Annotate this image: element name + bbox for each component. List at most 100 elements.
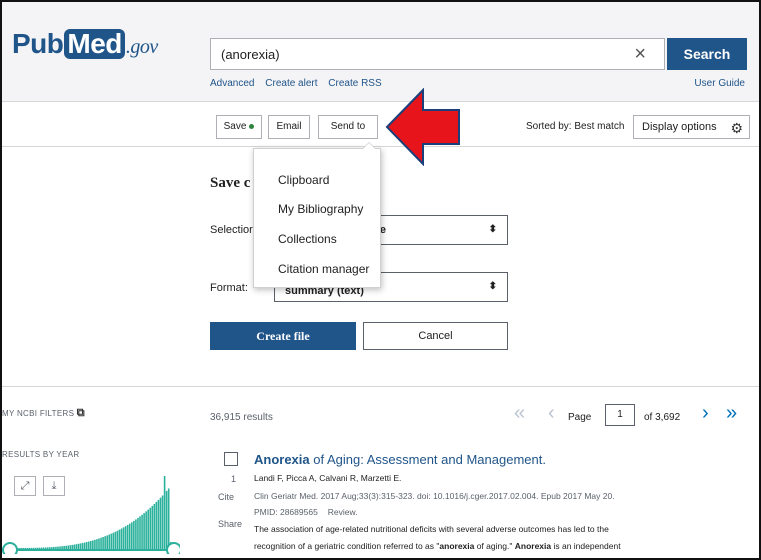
search-button[interactable]: Search xyxy=(667,38,747,70)
histogram-bar xyxy=(112,532,115,550)
histogram-bar xyxy=(155,501,158,550)
first-page-icon[interactable]: « xyxy=(514,402,525,425)
my-ncbi-filters-text: MY NCBI FILTERS xyxy=(2,409,75,418)
histogram-bar xyxy=(126,524,129,550)
histogram-bar xyxy=(102,537,104,550)
article-title-link[interactable]: Anorexia of Aging: Assessment and Manage… xyxy=(254,452,546,467)
send-to-button[interactable]: Send to xyxy=(318,115,378,139)
histogram-bar xyxy=(94,539,96,550)
histogram-bar xyxy=(128,523,131,550)
histogram-bar xyxy=(167,488,170,550)
menu-item-my-bibliography[interactable]: My Bibliography xyxy=(278,202,363,216)
next-page-icon[interactable]: › xyxy=(702,402,709,425)
histogram-bar xyxy=(161,495,164,550)
histogram-bar xyxy=(83,542,86,550)
annotation-arrow-icon xyxy=(385,88,460,166)
create-alert-link[interactable]: Create alert xyxy=(265,78,317,89)
pubmed-logo[interactable]: Pub Med .gov xyxy=(12,28,158,60)
histogram-bar xyxy=(108,534,111,550)
display-options-label: Display options xyxy=(642,121,717,133)
histogram-bar xyxy=(124,526,127,550)
article-type: Review. xyxy=(327,507,358,517)
histogram-bar xyxy=(143,513,145,550)
select-arrows-icon: ⬍ xyxy=(488,224,497,235)
article-authors: Landi F, Picca A, Calvani R, Marzetti E. xyxy=(254,473,402,483)
sort-label: Sorted by: Best match xyxy=(526,121,625,132)
logo-gov: .gov xyxy=(125,36,158,58)
page-label: Page xyxy=(568,412,592,423)
histogram-bar xyxy=(118,529,121,550)
send-to-menu: Clipboard My Bibliography Collections Ci… xyxy=(253,142,381,288)
histogram-bar xyxy=(133,520,135,550)
article-snippet-line-1: The association of age-related nutrition… xyxy=(254,524,609,534)
search-links: Advanced Create alert Create RSS xyxy=(210,78,390,89)
histogram-bar xyxy=(139,516,141,550)
gear-icon: ⚙ xyxy=(730,120,743,136)
histogram-bar xyxy=(131,522,133,550)
snippet-part: is an independent xyxy=(551,541,621,551)
histogram-bar xyxy=(157,499,160,550)
cancel-button[interactable]: Cancel xyxy=(363,322,508,350)
screen: Pub Med .gov (anorexia) × Search Advanced … xyxy=(0,0,761,560)
display-options-button[interactable]: Display options ⚙ xyxy=(633,115,750,139)
total-pages: of 3,692 xyxy=(644,412,681,423)
histogram-bar xyxy=(114,531,117,550)
my-ncbi-filters-label[interactable]: MY NCBI FILTERS ⧉ xyxy=(2,407,85,420)
histogram-bar xyxy=(147,509,149,550)
histogram-bar xyxy=(96,539,98,550)
header: Pub Med .gov (anorexia) × Search Advanced … xyxy=(2,2,759,102)
menu-item-citation-manager[interactable]: Citation manager xyxy=(278,262,369,276)
results-by-year-histogram[interactable] xyxy=(2,472,180,554)
article-title-keyword: Anorexia xyxy=(254,452,310,467)
histogram-bar xyxy=(141,514,143,550)
email-button[interactable]: Email xyxy=(268,115,310,139)
histogram-bar xyxy=(116,530,119,550)
histogram-bar xyxy=(149,507,152,550)
histogram-bar xyxy=(145,511,147,550)
article-title-rest: of Aging: Assessment and Management. xyxy=(309,452,546,467)
histogram-bar xyxy=(106,535,108,550)
share-button[interactable]: Share xyxy=(218,519,242,529)
article-citation: Clin Geriatr Med. 2017 Aug;33(3):315-323… xyxy=(254,491,615,501)
histogram-bar xyxy=(98,538,100,550)
cite-button[interactable]: Cite xyxy=(218,492,234,502)
histogram-bar xyxy=(151,505,154,550)
search-input[interactable]: (anorexia) × xyxy=(210,38,665,70)
article-snippet-line-2: recognition of a geriatric condition ref… xyxy=(254,541,621,551)
histogram-bar xyxy=(100,537,102,550)
divider xyxy=(2,386,759,387)
save-panel-title: Save c xyxy=(210,175,251,191)
histogram-bar xyxy=(90,540,92,550)
select-arrows-icon: ⬍ xyxy=(488,281,497,292)
snippet-keyword: anorexia xyxy=(439,541,475,551)
article-number: 1 xyxy=(231,474,237,484)
histogram-bar xyxy=(81,542,84,550)
histogram-bar xyxy=(153,503,156,550)
menu-item-clipboard[interactable]: Clipboard xyxy=(278,173,329,187)
advanced-link[interactable]: Advanced xyxy=(210,78,254,89)
snippet-keyword: Anorexia xyxy=(514,541,552,551)
save-button-label: Save xyxy=(223,121,247,132)
menu-item-collections[interactable]: Collections xyxy=(278,232,337,246)
page-number-input[interactable]: 1 xyxy=(605,404,635,426)
histogram-bar xyxy=(85,542,88,550)
create-file-button[interactable]: Create file xyxy=(210,322,356,350)
article-ids: PMID: 28689565 Review. xyxy=(254,507,358,517)
search-input-value: (anorexia) xyxy=(221,47,280,62)
logo-pub: Pub xyxy=(12,28,64,59)
article-checkbox[interactable] xyxy=(224,452,238,466)
clear-search-icon[interactable]: × xyxy=(634,43,646,65)
results-by-year-label: RESULTS BY YEAR xyxy=(2,450,80,459)
histogram-bar xyxy=(159,497,162,550)
last-page-icon[interactable]: » xyxy=(726,402,737,425)
user-guide-link[interactable]: User Guide xyxy=(694,78,745,89)
format-label: Format: xyxy=(210,282,248,294)
previous-page-icon[interactable]: ‹ xyxy=(548,402,555,425)
selection-label: Selectior xyxy=(210,224,253,236)
histogram-bar xyxy=(122,527,125,550)
histogram-bar xyxy=(135,519,137,550)
histogram-bar xyxy=(92,540,94,550)
create-rss-link[interactable]: Create RSS xyxy=(328,78,381,89)
save-button[interactable]: Save xyxy=(216,115,262,139)
article-pmid: PMID: 28689565 xyxy=(254,507,318,517)
